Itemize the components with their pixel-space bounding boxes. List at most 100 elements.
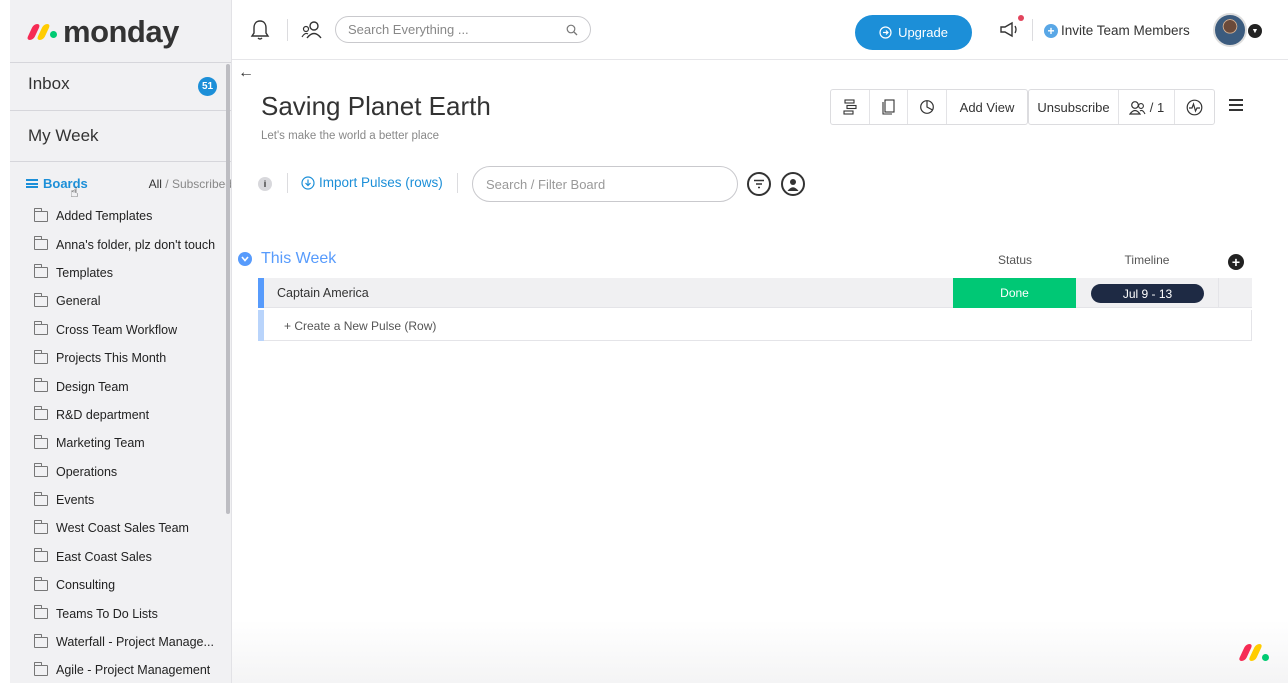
timeline-cell[interactable]: Jul 9 - 13 xyxy=(1091,284,1204,303)
subscription-toolbar: Unsubscribe / 1 xyxy=(1028,89,1215,125)
timeline-view-icon[interactable] xyxy=(831,90,870,124)
table-row[interactable]: Captain America Done Jul 9 - 13 xyxy=(258,278,1252,308)
global-search-input[interactable] xyxy=(348,22,548,37)
folder-label: Agile - Project Management xyxy=(56,663,211,678)
activity-icon[interactable] xyxy=(1175,90,1214,124)
folder-item[interactable]: Anna's folder, plz don't touch xyxy=(34,230,230,258)
filter-separator: / xyxy=(161,177,172,191)
search-icon xyxy=(566,24,578,35)
folder-item[interactable]: Waterfall - Project Manage... xyxy=(34,628,230,656)
create-new-pulse-row[interactable]: + Create a New Pulse (Row) xyxy=(258,310,1252,341)
folder-item[interactable]: Projects This Month xyxy=(34,344,230,372)
group-color-bar xyxy=(258,310,264,341)
folder-label: Anna's folder, plz don't touch xyxy=(56,237,216,252)
create-new-pulse-label[interactable]: + Create a New Pulse (Row) xyxy=(284,319,436,333)
folder-item[interactable]: Events xyxy=(34,486,230,514)
folder-icon xyxy=(34,548,48,563)
back-arrow-icon[interactable]: ← xyxy=(238,64,254,82)
folder-icon xyxy=(34,264,48,279)
folder-icon xyxy=(34,605,48,620)
folder-label: Waterfall - Project Manage... xyxy=(56,635,214,650)
notifications-bell-icon[interactable] xyxy=(248,18,272,42)
user-avatar[interactable] xyxy=(1213,13,1247,47)
add-column-icon[interactable]: + xyxy=(1228,254,1244,270)
folder-item[interactable]: East Coast Sales xyxy=(34,543,230,571)
folder-item[interactable]: West Coast Sales Team xyxy=(34,514,230,542)
board-filter-search[interactable] xyxy=(472,166,738,202)
folder-list: Added Templates Anna's folder, plz don't… xyxy=(34,202,230,683)
monday-logo[interactable]: monday xyxy=(26,12,179,52)
list-icon xyxy=(26,179,38,188)
board-filter-input[interactable] xyxy=(486,176,724,192)
folder-item[interactable]: Operations xyxy=(34,458,230,486)
global-search[interactable] xyxy=(335,16,591,43)
folder-item[interactable]: Design Team xyxy=(34,372,230,400)
folder-label: Operations xyxy=(56,464,118,479)
group-collapse-chevron-icon[interactable] xyxy=(238,252,252,266)
board-menu-icon[interactable] xyxy=(1229,99,1243,111)
top-bar: Upgrade + Invite Team Members ▼ xyxy=(232,0,1288,60)
filter-icon[interactable] xyxy=(747,172,771,196)
toolbar-divider xyxy=(457,173,458,193)
subscribers-button[interactable]: / 1 xyxy=(1119,90,1175,124)
hand-cursor-icon: ☝ xyxy=(70,184,79,200)
cards-view-icon[interactable] xyxy=(870,90,908,124)
folder-label: Marketing Team xyxy=(56,436,145,451)
unsubscribe-button[interactable]: Unsubscribe xyxy=(1029,90,1119,124)
folder-label: East Coast Sales xyxy=(56,549,152,564)
folder-icon xyxy=(34,207,48,222)
boards-filter: All / Subscribed xyxy=(149,177,231,191)
folder-icon xyxy=(34,434,48,449)
sidebar-divider xyxy=(10,62,231,63)
folder-item[interactable]: General xyxy=(34,287,230,315)
pulse-name[interactable]: Captain America xyxy=(277,286,369,300)
column-header-status[interactable]: Status xyxy=(980,253,1050,267)
folder-label: General xyxy=(56,294,101,309)
board-title[interactable]: Saving Planet Earth xyxy=(261,91,491,122)
folder-label: Cross Team Workflow xyxy=(56,322,178,337)
filter-all[interactable]: All xyxy=(149,177,162,191)
sidebar-item-my-week[interactable]: My Week xyxy=(28,126,99,146)
folder-item[interactable]: Teams To Do Lists xyxy=(34,599,230,627)
status-cell[interactable]: Done xyxy=(953,278,1076,308)
folder-icon xyxy=(34,633,48,648)
sidebar-divider xyxy=(10,161,231,162)
folder-label: Design Team xyxy=(56,379,129,394)
boards-label: Boards xyxy=(43,176,88,191)
board-description[interactable]: Let's make the world a better place xyxy=(261,130,439,142)
folder-item[interactable]: Consulting xyxy=(34,571,230,599)
filter-subscribed[interactable]: Subscribed xyxy=(172,177,231,191)
column-header-timeline[interactable]: Timeline xyxy=(1112,253,1182,267)
folder-item[interactable]: Templates xyxy=(34,259,230,287)
folder-icon xyxy=(34,236,48,251)
monday-corner-logo-icon xyxy=(1238,644,1269,661)
group-color-bar xyxy=(258,278,264,308)
folder-label: Projects This Month xyxy=(56,351,167,366)
folder-item[interactable]: R&D department xyxy=(34,401,230,429)
person-filter-icon[interactable] xyxy=(781,172,805,196)
upgrade-button[interactable]: Upgrade xyxy=(855,15,972,50)
chevron-down-icon[interactable]: ▼ xyxy=(1248,24,1262,38)
people-icon[interactable] xyxy=(300,18,324,42)
topbar-divider xyxy=(287,19,288,41)
folder-icon xyxy=(34,576,48,591)
sidebar-scrollbar[interactable] xyxy=(226,64,230,514)
chart-view-icon[interactable] xyxy=(908,90,947,124)
info-icon[interactable]: i xyxy=(258,177,272,191)
folder-item[interactable]: Agile - Project Management xyxy=(34,656,230,683)
folder-item[interactable]: Cross Team Workflow xyxy=(34,316,230,344)
download-circle-icon xyxy=(301,175,315,190)
announcements-megaphone-icon[interactable] xyxy=(998,15,1024,41)
import-pulses-button[interactable]: Import Pulses (rows) xyxy=(301,175,443,190)
sidebar-item-inbox[interactable]: Inbox xyxy=(28,74,70,94)
add-view-button[interactable]: Add View xyxy=(947,90,1027,124)
folder-icon xyxy=(34,519,48,534)
folder-icon xyxy=(34,491,48,506)
folder-icon xyxy=(34,321,48,336)
folder-item[interactable]: Added Templates xyxy=(34,202,230,230)
import-label: Import Pulses (rows) xyxy=(319,175,443,190)
invite-team-members-button[interactable]: + Invite Team Members xyxy=(1044,23,1190,38)
folder-item[interactable]: Marketing Team xyxy=(34,429,230,457)
group-title[interactable]: This Week xyxy=(261,250,336,268)
logo-mark-icon xyxy=(26,24,57,40)
